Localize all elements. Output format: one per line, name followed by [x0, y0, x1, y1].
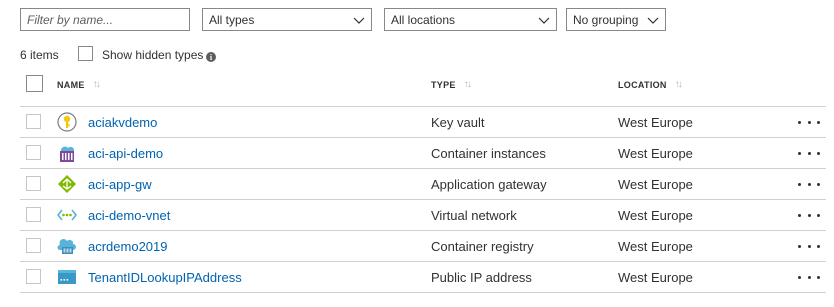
table-row[interactable]: aci-api-demo Container instances West Eu…: [20, 137, 826, 168]
table-row[interactable]: aci-demo-vnet Virtual network West Europ…: [20, 199, 826, 230]
key-vault-icon: [57, 112, 77, 132]
resource-type: Public IP address: [431, 270, 532, 285]
more-options-icon[interactable]: [798, 239, 820, 253]
row-checkbox[interactable]: [26, 238, 41, 253]
row-checkbox[interactable]: [26, 145, 41, 160]
table-row[interactable]: aciakvdemo Key vault West Europe: [20, 106, 826, 137]
resource-location: West Europe: [618, 208, 693, 223]
show-hidden-types-label[interactable]: Show hidden types: [102, 48, 203, 62]
column-header-location[interactable]: LOCATION ↑↓: [618, 79, 683, 90]
resource-type: Application gateway: [431, 177, 547, 192]
container-instances-icon: [60, 146, 75, 162]
sort-arrows-icon: ↑↓: [674, 79, 683, 90]
more-options-icon[interactable]: [798, 208, 820, 222]
resource-type: Container instances: [431, 146, 546, 161]
locations-dropdown[interactable]: All locations: [384, 8, 557, 31]
chevron-down-icon: [353, 17, 365, 24]
filter-by-name-input[interactable]: [20, 8, 190, 31]
virtual-network-icon: [57, 209, 77, 221]
column-header-name-label: NAME: [57, 79, 85, 90]
sort-arrows-icon: ↑↓: [463, 79, 472, 90]
application-gateway-icon: [58, 175, 76, 193]
resource-location: West Europe: [618, 115, 693, 130]
row-checkbox[interactable]: [26, 176, 41, 191]
more-options-icon[interactable]: [798, 270, 820, 284]
grouping-dropdown[interactable]: No grouping: [566, 8, 666, 31]
resource-name-link[interactable]: aci-app-gw: [88, 177, 152, 192]
show-hidden-types-checkbox[interactable]: [78, 46, 93, 61]
row-checkbox[interactable]: [26, 207, 41, 222]
column-header-name[interactable]: NAME ↑↓: [57, 79, 101, 90]
types-dropdown[interactable]: All types: [202, 8, 372, 31]
chevron-down-icon: [538, 17, 550, 24]
items-count: 6 items: [20, 48, 59, 62]
resource-name-link[interactable]: TenantIDLookupIPAddress: [88, 270, 242, 285]
resource-name-link[interactable]: aci-api-demo: [88, 146, 163, 161]
resource-name-link[interactable]: acrdemo2019: [88, 239, 168, 254]
resource-name-link[interactable]: aci-demo-vnet: [88, 208, 170, 223]
resource-type: Container registry: [431, 239, 534, 254]
table-row[interactable]: acrdemo2019 Container registry West Euro…: [20, 230, 826, 261]
filter-text-field[interactable]: [27, 12, 183, 27]
row-checkbox[interactable]: [26, 269, 41, 284]
chevron-down-icon: [647, 17, 659, 24]
info-icon[interactable]: i: [206, 52, 216, 62]
resource-location: West Europe: [618, 270, 693, 285]
grouping-dropdown-value: No grouping: [573, 12, 639, 27]
select-all-checkbox[interactable]: [26, 75, 43, 92]
locations-dropdown-value: All locations: [391, 12, 456, 27]
resource-table: aciakvdemo Key vault West Europe aci-api…: [20, 106, 826, 293]
resource-type: Key vault: [431, 115, 485, 130]
resource-name-link[interactable]: aciakvdemo: [88, 115, 157, 130]
public-ip-address-icon: [58, 270, 76, 284]
sort-arrows-icon: ↑↓: [92, 79, 101, 90]
resource-location: West Europe: [618, 146, 693, 161]
column-header-type[interactable]: TYPE ↑↓: [431, 79, 472, 90]
types-dropdown-value: All types: [209, 12, 255, 27]
more-options-icon[interactable]: [798, 115, 820, 129]
resource-location: West Europe: [618, 239, 693, 254]
column-header-location-label: LOCATION: [618, 79, 667, 90]
more-options-icon[interactable]: [798, 146, 820, 160]
row-checkbox[interactable]: [26, 114, 41, 129]
table-row[interactable]: aci-app-gw Application gateway West Euro…: [20, 168, 826, 199]
resource-location: West Europe: [618, 177, 693, 192]
more-options-icon[interactable]: [798, 177, 820, 191]
column-header-type-label: TYPE: [431, 79, 456, 90]
container-registry-icon: [57, 238, 76, 254]
table-row[interactable]: TenantIDLookupIPAddress Public IP addres…: [20, 261, 826, 293]
resource-type: Virtual network: [431, 208, 517, 223]
